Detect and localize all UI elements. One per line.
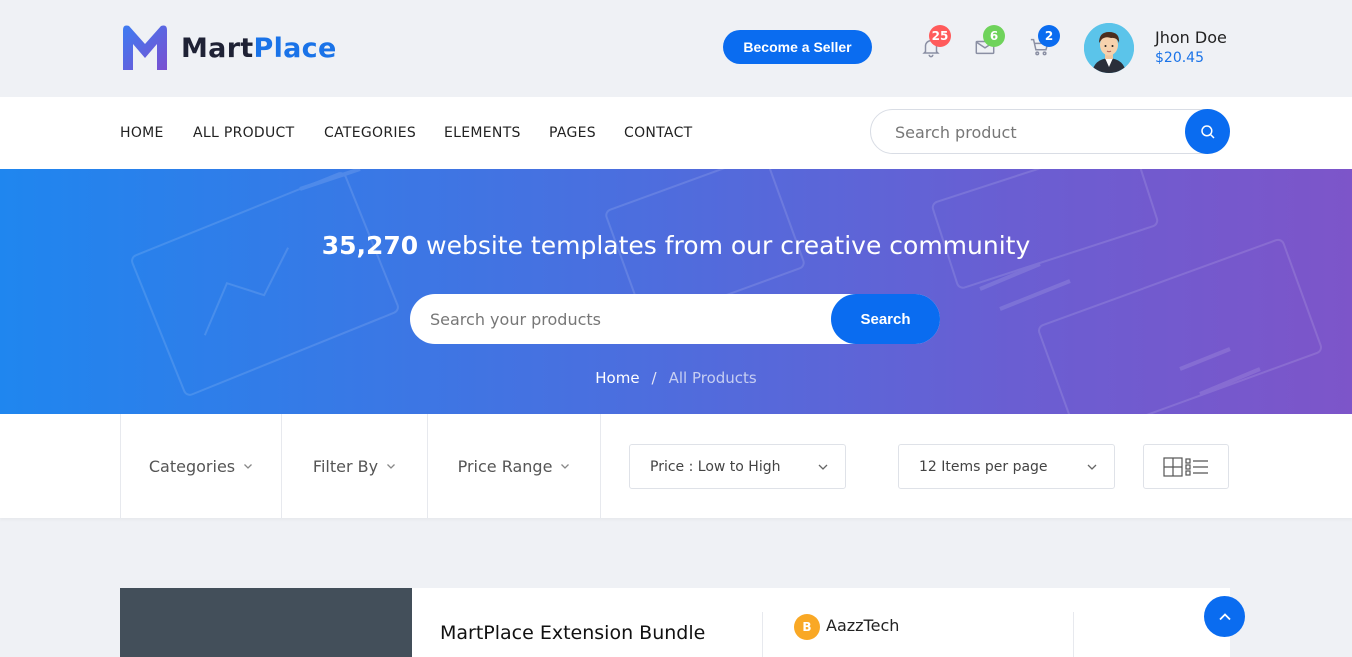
- product-thumbnail[interactable]: [120, 588, 412, 657]
- categories-filter[interactable]: Categories: [120, 414, 281, 518]
- hero-title: 35,270 website templates from our creati…: [0, 231, 1352, 260]
- scroll-to-top-button[interactable]: [1204, 596, 1245, 637]
- product-title[interactable]: MartPlace Extension Bundle: [440, 622, 705, 644]
- hero-search-button[interactable]: Search: [831, 294, 940, 344]
- breadcrumb-current: All Products: [668, 369, 757, 387]
- user-avatar-icon: [1084, 23, 1134, 73]
- logo-m-icon: [123, 25, 167, 70]
- messages-count-badge: 6: [983, 25, 1005, 47]
- filter-bar: Categories Filter By Price Range Price :…: [0, 414, 1352, 518]
- hero-search-bar: Search: [410, 294, 940, 344]
- notifications-count-badge: 25: [929, 25, 951, 47]
- breadcrumb-separator: /: [651, 369, 657, 387]
- logo[interactable]: MartPlace: [119, 22, 337, 74]
- main-nav: HOME ALL PRODUCT CATEGORIES ELEMENTS PAG…: [0, 97, 1352, 169]
- categories-filter-label: Categories: [148, 456, 236, 476]
- chevron-down-icon: [818, 464, 828, 470]
- chevron-down-icon: [387, 464, 396, 469]
- nav-search-bar: [870, 109, 1230, 154]
- card-divider: [1073, 612, 1074, 657]
- breadcrumb-home[interactable]: Home: [595, 369, 639, 387]
- author-avatar: B: [794, 614, 820, 640]
- sort-select[interactable]: Price : Low to High: [629, 444, 846, 489]
- filter-by-label: Filter By: [312, 456, 379, 476]
- hero-template-count: 35,270: [321, 231, 419, 260]
- filter-by-filter[interactable]: Filter By: [281, 414, 427, 518]
- notifications-button[interactable]: 25: [920, 25, 951, 62]
- top-header: MartPlace Become a Seller 25 6 2 Jhon Do…: [0, 0, 1352, 97]
- author-name[interactable]: AazzTech: [826, 616, 899, 635]
- nav-item-all-product[interactable]: ALL PRODUCT: [193, 125, 294, 141]
- breadcrumb: Home / All Products: [0, 369, 1352, 387]
- chevron-down-icon: [244, 464, 253, 469]
- price-range-filter[interactable]: Price Range: [427, 414, 601, 518]
- cart-button[interactable]: 2: [1029, 25, 1060, 62]
- nav-item-pages[interactable]: PAGES: [549, 125, 596, 141]
- card-divider: [762, 612, 763, 657]
- nav-search-input[interactable]: [895, 120, 1175, 144]
- view-toggle: [1143, 444, 1229, 489]
- sort-select-value: Price : Low to High: [650, 458, 781, 475]
- cart-count-badge: 2: [1038, 25, 1060, 47]
- items-per-page-select[interactable]: 12 Items per page: [898, 444, 1115, 489]
- hero-title-text: website templates from our creative comm…: [418, 231, 1031, 260]
- nav-search-button[interactable]: [1185, 109, 1230, 154]
- nav-item-home[interactable]: HOME: [120, 125, 164, 141]
- messages-button[interactable]: 6: [974, 25, 1005, 62]
- avatar[interactable]: [1084, 23, 1134, 73]
- user-name[interactable]: Jhon Doe: [1155, 28, 1227, 47]
- user-balance: $20.45: [1155, 50, 1204, 66]
- logo-text-mart: Mart: [181, 32, 254, 64]
- items-per-page-value: 12 Items per page: [919, 458, 1048, 475]
- nav-item-elements[interactable]: ELEMENTS: [444, 125, 521, 141]
- logo-text: MartPlace: [181, 33, 337, 64]
- product-card: MartPlace Extension Bundle B AazzTech: [120, 588, 1230, 657]
- search-icon: [1200, 124, 1215, 139]
- chevron-up-icon: [1218, 612, 1231, 620]
- chevron-down-icon: [1087, 464, 1097, 470]
- logo-text-place: Place: [253, 32, 337, 64]
- nav-item-categories[interactable]: CATEGORIES: [324, 125, 416, 141]
- hero-search-input[interactable]: [430, 307, 810, 331]
- grid-view-icon[interactable]: [1163, 456, 1183, 477]
- hero-banner: 35,270 website templates from our creati…: [0, 169, 1352, 414]
- list-view-icon[interactable]: [1185, 457, 1209, 477]
- nav-item-contact[interactable]: CONTACT: [624, 125, 693, 141]
- chevron-down-icon: [561, 464, 570, 469]
- become-seller-button[interactable]: Become a Seller: [723, 30, 872, 64]
- price-range-label: Price Range: [457, 456, 553, 476]
